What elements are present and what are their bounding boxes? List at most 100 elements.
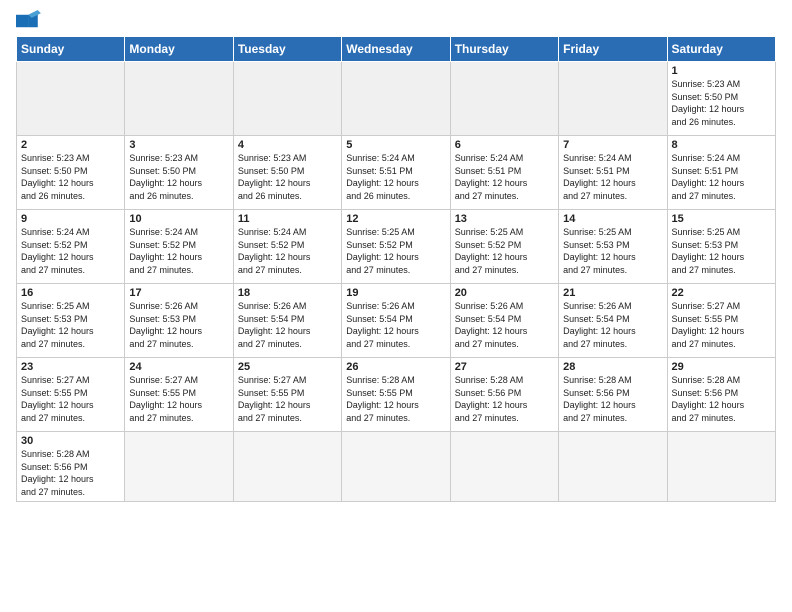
calendar-cell: 3Sunrise: 5:23 AMSunset: 5:50 PMDaylight… xyxy=(125,136,233,210)
day-number: 28 xyxy=(563,361,662,373)
calendar-cell: 19 Sunrise: 5:26 AMSunset: 5:54 PMDayligh… xyxy=(342,284,450,358)
day-number: 22 xyxy=(672,287,771,299)
day-number: 19 xyxy=(346,287,445,299)
day-info: Sunrise: 5:25 AMSunset: 5:53 PMDaylight:… xyxy=(563,227,636,275)
day-number: 16 xyxy=(21,287,120,299)
day-number: 17 xyxy=(129,287,228,299)
calendar-cell xyxy=(233,62,341,136)
day-number: 10 xyxy=(129,213,228,225)
day-number: 12 xyxy=(346,213,445,225)
weekday-header-row: SundayMondayTuesdayWednesdayThursdayFrid… xyxy=(17,37,776,62)
calendar-cell: 22 Sunrise: 5:27 AMSunset: 5:55 PMDayligh… xyxy=(667,284,775,358)
calendar-cell: 8 Sunrise: 5:24 AMSunset: 5:51 PMDaylight… xyxy=(667,136,775,210)
calendar-cell: 18Sunrise: 5:26 AMSunset: 5:54 PMDayligh… xyxy=(233,284,341,358)
calendar-cell xyxy=(17,62,125,136)
day-number: 20 xyxy=(455,287,554,299)
calendar-cell xyxy=(125,62,233,136)
calendar-cell: 28 Sunrise: 5:28 AMSunset: 5:56 PMDayligh… xyxy=(559,358,667,432)
day-number: 26 xyxy=(346,361,445,373)
day-number: 24 xyxy=(129,361,228,373)
day-info: Sunrise: 5:27 AMSunset: 5:55 PMDaylight:… xyxy=(672,301,745,349)
calendar-cell: 20 Sunrise: 5:26 AMSunset: 5:54 PMDayligh… xyxy=(450,284,558,358)
day-number: 15 xyxy=(672,213,771,225)
day-number: 11 xyxy=(238,213,337,225)
calendar-cell: 21 Sunrise: 5:26 AMSunset: 5:54 PMDayligh… xyxy=(559,284,667,358)
day-number: 21 xyxy=(563,287,662,299)
weekday-friday: Friday xyxy=(559,37,667,62)
day-info: Sunrise: 5:27 AMSunset: 5:55 PMDaylight:… xyxy=(129,375,202,423)
calendar-cell xyxy=(450,432,558,502)
calendar-cell: 12 Sunrise: 5:25 AMSunset: 5:52 PMDayligh… xyxy=(342,210,450,284)
calendar-cell xyxy=(667,432,775,502)
calendar-row: 2 Sunrise: 5:23 AMSunset: 5:50 PMDaylight… xyxy=(17,136,776,210)
calendar-cell: 14 Sunrise: 5:25 AMSunset: 5:53 PMDayligh… xyxy=(559,210,667,284)
day-info: Sunrise: 5:26 AMSunset: 5:54 PMDaylight:… xyxy=(346,301,419,349)
day-info: Sunrise: 5:24 AMSunset: 5:51 PMDaylight:… xyxy=(672,153,745,201)
calendar: SundayMondayTuesdayWednesdayThursdayFrid… xyxy=(16,36,776,502)
calendar-row: 30 Sunrise: 5:28 AMSunset: 5:56 PMDayligh… xyxy=(17,432,776,502)
weekday-sunday: Sunday xyxy=(17,37,125,62)
calendar-cell: 27 Sunrise: 5:28 AMSunset: 5:56 PMDayligh… xyxy=(450,358,558,432)
calendar-cell: 9 Sunrise: 5:24 AMSunset: 5:52 PMDaylight… xyxy=(17,210,125,284)
day-number: 6 xyxy=(455,139,554,151)
day-info: Sunrise: 5:25 AMSunset: 5:53 PMDaylight:… xyxy=(21,301,94,349)
day-info: Sunrise: 5:26 AMSunset: 5:54 PMDaylight:… xyxy=(455,301,528,349)
day-info: Sunrise: 5:25 AMSunset: 5:52 PMDaylight:… xyxy=(346,227,419,275)
day-info: Sunrise: 5:24 AMSunset: 5:51 PMDaylight:… xyxy=(563,153,636,201)
day-number: 9 xyxy=(21,213,120,225)
weekday-tuesday: Tuesday xyxy=(233,37,341,62)
day-number: 13 xyxy=(455,213,554,225)
day-number: 8 xyxy=(672,139,771,151)
calendar-cell xyxy=(559,62,667,136)
day-info: Sunrise: 5:28 AMSunset: 5:56 PMDaylight:… xyxy=(21,449,94,497)
calendar-cell: 7 Sunrise: 5:24 AMSunset: 5:51 PMDaylight… xyxy=(559,136,667,210)
day-number: 4 xyxy=(238,139,337,151)
calendar-cell: 1 Sunrise: 5:23 AMSunset: 5:50 PMDaylight… xyxy=(667,62,775,136)
calendar-cell: 29 Sunrise: 5:28 AMSunset: 5:56 PMDayligh… xyxy=(667,358,775,432)
calendar-cell: 16 Sunrise: 5:25 AMSunset: 5:53 PMDayligh… xyxy=(17,284,125,358)
day-info: Sunrise: 5:28 AMSunset: 5:55 PMDaylight:… xyxy=(346,375,419,423)
day-number: 2 xyxy=(21,139,120,151)
calendar-cell: 15 Sunrise: 5:25 AMSunset: 5:53 PMDayligh… xyxy=(667,210,775,284)
calendar-cell: 23 Sunrise: 5:27 AMSunset: 5:55 PMDayligh… xyxy=(17,358,125,432)
weekday-monday: Monday xyxy=(125,37,233,62)
day-info: Sunrise: 5:26 AMSunset: 5:53 PMDaylight:… xyxy=(129,301,202,349)
day-number: 23 xyxy=(21,361,120,373)
day-number: 7 xyxy=(563,139,662,151)
day-number: 1 xyxy=(672,65,771,77)
calendar-row: 16 Sunrise: 5:25 AMSunset: 5:53 PMDayligh… xyxy=(17,284,776,358)
day-info: Sunrise: 5:25 AMSunset: 5:53 PMDaylight:… xyxy=(672,227,745,275)
calendar-row: 1 Sunrise: 5:23 AMSunset: 5:50 PMDaylight… xyxy=(17,62,776,136)
day-info: Sunrise: 5:24 AMSunset: 5:52 PMDaylight:… xyxy=(21,227,94,275)
day-info: Sunrise: 5:28 AMSunset: 5:56 PMDaylight:… xyxy=(563,375,636,423)
calendar-cell: 10 Sunrise: 5:24 AMSunset: 5:52 PMDayligh… xyxy=(125,210,233,284)
day-number: 27 xyxy=(455,361,554,373)
day-number: 14 xyxy=(563,213,662,225)
calendar-cell: 13Sunrise: 5:25 AMSunset: 5:52 PMDayligh… xyxy=(450,210,558,284)
calendar-cell: 2Sunrise: 5:23 AMSunset: 5:50 PMDaylight… xyxy=(17,136,125,210)
day-number: 30 xyxy=(21,435,120,447)
weekday-thursday: Thursday xyxy=(450,37,558,62)
calendar-cell xyxy=(233,432,341,502)
calendar-cell xyxy=(342,432,450,502)
day-info: Sunrise: 5:27 AMSunset: 5:55 PMDaylight:… xyxy=(21,375,94,423)
logo xyxy=(16,10,48,32)
day-info: Sunrise: 5:26 AMSunset: 5:54 PMDaylight:… xyxy=(563,301,636,349)
calendar-cell xyxy=(559,432,667,502)
generalblue-logo-icon xyxy=(16,10,44,32)
calendar-row: 9 Sunrise: 5:24 AMSunset: 5:52 PMDaylight… xyxy=(17,210,776,284)
day-number: 25 xyxy=(238,361,337,373)
page: SundayMondayTuesdayWednesdayThursdayFrid… xyxy=(0,0,792,512)
day-number: 5 xyxy=(346,139,445,151)
day-info: Sunrise: 5:23 AMSunset: 5:50 PMDaylight:… xyxy=(672,79,745,127)
day-info: Sunrise: 5:28 AMSunset: 5:56 PMDaylight:… xyxy=(672,375,745,423)
day-info: Sunrise: 5:23 AMSunset: 5:50 PMDaylight:… xyxy=(238,153,311,201)
day-number: 29 xyxy=(672,361,771,373)
weekday-saturday: Saturday xyxy=(667,37,775,62)
day-info: Sunrise: 5:26 AMSunset: 5:54 PMDaylight:… xyxy=(238,301,311,349)
day-info: Sunrise: 5:24 AMSunset: 5:52 PMDaylight:… xyxy=(129,227,202,275)
day-info: Sunrise: 5:24 AMSunset: 5:52 PMDaylight:… xyxy=(238,227,311,275)
day-info: Sunrise: 5:28 AMSunset: 5:56 PMDaylight:… xyxy=(455,375,528,423)
day-info: Sunrise: 5:24 AMSunset: 5:51 PMDaylight:… xyxy=(346,153,419,201)
calendar-cell: 26 Sunrise: 5:28 AMSunset: 5:55 PMDayligh… xyxy=(342,358,450,432)
